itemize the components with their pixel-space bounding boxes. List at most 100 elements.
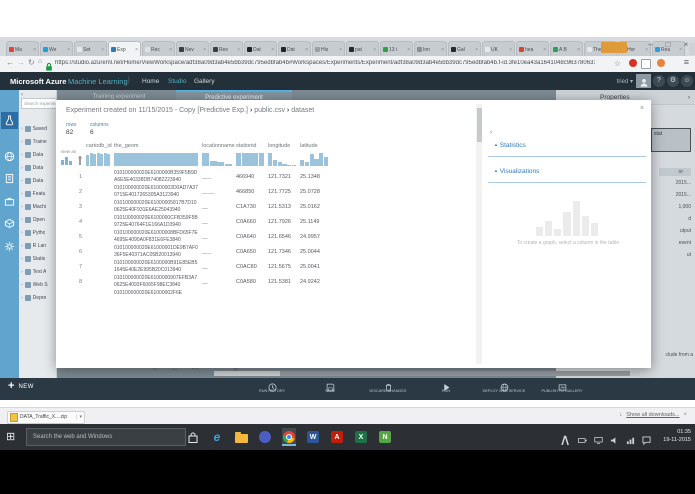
- extension-icon[interactable]: [641, 59, 651, 69]
- nav-gallery[interactable]: Gallery: [194, 78, 215, 85]
- tab-close-icon[interactable]: ×: [475, 47, 478, 53]
- column-histogram-stationid[interactable]: [236, 152, 265, 166]
- datasets-cube-icon[interactable]: [1, 215, 18, 232]
- browser-tab-10[interactable]: pat ×: [346, 41, 379, 57]
- palette-item-data[interactable]: › Data: [21, 149, 55, 160]
- nav-studio[interactable]: Studio: [168, 78, 186, 85]
- column-header-cartodb_id[interactable]: cartodb_id: [86, 143, 112, 149]
- browser-tab-3[interactable]: Exp ×: [108, 41, 141, 57]
- browser-tab-12[interactable]: Inn ×: [414, 41, 447, 57]
- settings-icon[interactable]: ⚙: [667, 75, 679, 87]
- tab-close-icon[interactable]: ×: [407, 47, 410, 53]
- table-row-9[interactable]: 010100000020E61000002F6E: [56, 290, 476, 297]
- palette-item-saved[interactable]: › Saved: [21, 123, 55, 134]
- column-histogram-the_geom[interactable]: [114, 152, 198, 166]
- table-row-1[interactable]: 1 010100000020E6100000B359F5B9DA6E5E40338…: [56, 170, 476, 184]
- speaker-icon[interactable]: [610, 436, 619, 445]
- palette-item-statis[interactable]: › Statis: [21, 253, 55, 264]
- save-button[interactable]: SAVE: [308, 379, 352, 394]
- table-row-3[interactable]: 3 010100000020E61000005817B7D100625E40F93…: [56, 200, 476, 214]
- brand-microsoft-azure[interactable]: Microsoft Azure: [10, 77, 66, 86]
- expander-icon[interactable]: ›: [21, 269, 23, 275]
- column-histogram-locationname[interactable]: [202, 152, 232, 166]
- tab-close-icon[interactable]: ×: [135, 47, 138, 53]
- forward-icon[interactable]: →: [17, 58, 25, 67]
- store-icon[interactable]: [186, 428, 200, 446]
- window-minimize-button[interactable]: –: [643, 40, 657, 49]
- palette-item-web-s[interactable]: › Web S: [21, 279, 55, 290]
- show-all-downloads-link[interactable]: Show all downloads...: [626, 412, 679, 418]
- expander-icon[interactable]: ›: [21, 191, 23, 197]
- browser-tab-6[interactable]: Res ×: [210, 41, 243, 57]
- tray-chevron-up-icon[interactable]: ∧: [559, 430, 571, 450]
- table-row-6[interactable]: 6 010100000020E61000001DE9B7AF036F5E40371…: [56, 245, 476, 259]
- tab-close-icon[interactable]: ×: [33, 47, 36, 53]
- chrome-icon[interactable]: [282, 428, 296, 446]
- file-explorer-icon[interactable]: [234, 428, 248, 446]
- battery-icon[interactable]: [578, 436, 587, 445]
- table-row-2[interactable]: 2 010100000020E61000003D0AD7A370715E40172…: [56, 185, 476, 199]
- palette-item-open[interactable]: › Open: [21, 214, 55, 225]
- orange-extension-badge[interactable]: [601, 42, 627, 53]
- window-close-button[interactable]: ×: [679, 40, 693, 49]
- column-header-the_geom[interactable]: the_geom: [114, 143, 198, 149]
- browser-menu-icon[interactable]: ≡: [684, 57, 689, 67]
- browser-tab-5[interactable]: Nev ×: [176, 41, 209, 57]
- scrollbar-thumb[interactable]: [476, 108, 482, 142]
- expander-icon[interactable]: ›: [21, 282, 23, 288]
- back-icon[interactable]: ←: [6, 58, 14, 67]
- palette-item-traine[interactable]: › Traine: [21, 136, 55, 147]
- column-histogram-cartodb_id[interactable]: [86, 152, 110, 166]
- nav-home[interactable]: Home: [142, 78, 159, 85]
- bookmark-star-icon[interactable]: ☆: [614, 59, 621, 68]
- browser-tab-8[interactable]: Dat ×: [278, 41, 311, 57]
- green-app-icon[interactable]: N: [378, 428, 392, 446]
- palette-item-pytho[interactable]: › Pytho: [21, 227, 55, 238]
- tab-close-icon[interactable]: ×: [203, 47, 206, 53]
- browser-tab-16[interactable]: A B ×: [550, 41, 583, 57]
- column-histogram-latitude[interactable]: [300, 152, 328, 166]
- tab-close-icon[interactable]: ×: [101, 47, 104, 53]
- word-icon[interactable]: W: [306, 428, 320, 446]
- notebooks-icon[interactable]: [1, 170, 18, 187]
- user-menu[interactable]: tried ▾: [617, 78, 633, 85]
- visualizations-section-header[interactable]: ▲ Visualizations: [494, 168, 539, 175]
- adblock-extension-icon[interactable]: [629, 59, 637, 67]
- table-row-5[interactable]: 5 010100000020E61000008BFD65F7E4695E4090A…: [56, 230, 476, 244]
- firefox-icon[interactable]: [258, 428, 272, 446]
- tab-close-icon[interactable]: ×: [373, 47, 376, 53]
- tab-close-icon[interactable]: ×: [441, 47, 444, 53]
- browser-tab-9[interactable]: His ×: [312, 41, 345, 57]
- expander-icon[interactable]: ›: [21, 178, 23, 184]
- expander-icon[interactable]: ›: [21, 256, 23, 262]
- reload-icon[interactable]: ↻: [28, 58, 35, 67]
- tab-close-icon[interactable]: ×: [577, 47, 580, 53]
- browser-tab-13[interactable]: Gal ×: [448, 41, 481, 57]
- properties-collapse-icon[interactable]: ›: [688, 94, 690, 101]
- publish-to-gallery-button[interactable]: PUBLISH TO GALLERY: [540, 379, 584, 394]
- column-histogram-longitude[interactable]: [268, 152, 296, 166]
- help-icon[interactable]: ?: [653, 75, 665, 87]
- home-icon[interactable]: ⌂: [38, 58, 42, 65]
- expander-icon[interactable]: ›: [21, 243, 23, 249]
- canvas-module-sliver[interactable]: stat: [651, 128, 691, 152]
- tab-close-icon[interactable]: ×: [271, 47, 274, 53]
- browser-tab-15[interactable]: hea ×: [516, 41, 549, 57]
- tab-close-icon[interactable]: ×: [543, 47, 546, 53]
- notification-icon[interactable]: [642, 435, 651, 445]
- tab-close-icon[interactable]: ×: [305, 47, 308, 53]
- palette-item-data[interactable]: › Data: [21, 162, 55, 173]
- settings-gear-icon[interactable]: [1, 238, 18, 255]
- statistics-section-header[interactable]: ▲ Statistics: [494, 142, 526, 149]
- palette-item-r-lan[interactable]: › R Lan: [21, 240, 55, 251]
- palette-item-text-a[interactable]: › Text A: [21, 266, 55, 277]
- avatar[interactable]: [636, 74, 651, 88]
- expander-icon[interactable]: ›: [21, 139, 23, 145]
- wifi-icon[interactable]: [626, 436, 635, 445]
- column-header-latitude[interactable]: latitude: [300, 143, 328, 149]
- download-item[interactable]: DATA_Traffic_X....zip ▾: [7, 410, 85, 424]
- scrollbar-thumb[interactable]: [280, 371, 630, 376]
- canvas-horizontal-scrollbar[interactable]: [214, 371, 640, 376]
- tab-close-icon[interactable]: ×: [339, 47, 342, 53]
- tab-close-icon[interactable]: ×: [237, 47, 240, 53]
